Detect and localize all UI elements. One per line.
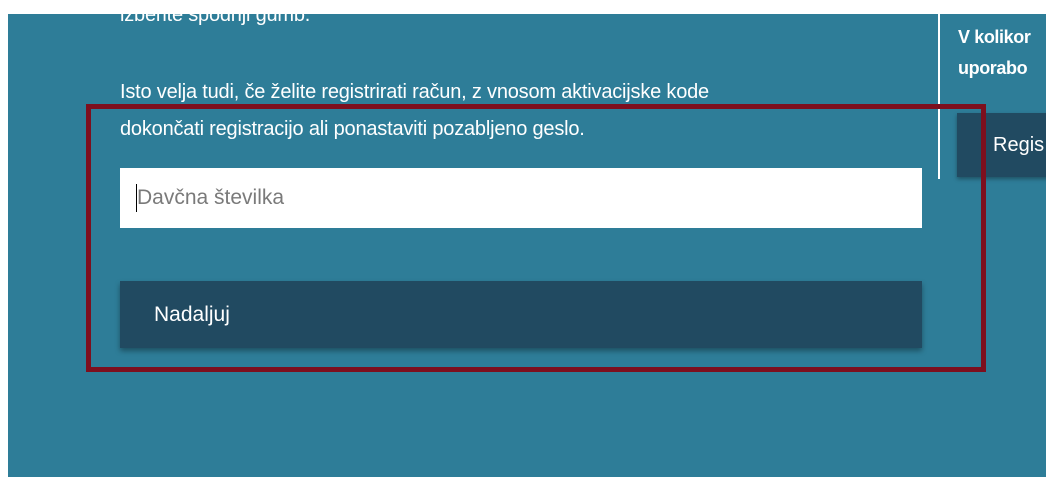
content-panel: izberite spodnji gumb. Isto velja tudi, … (8, 14, 1046, 477)
instruction-text: Isto velja tudi, če želite registrirati … (120, 74, 880, 148)
register-button[interactable]: Regis (957, 113, 1046, 177)
side-text-line-1: V kolikor (958, 27, 1031, 47)
instruction-line-1: Isto velja tudi, če želite registrirati … (120, 81, 709, 103)
instruction-text-cutoff: izberite spodnji gumb. (120, 14, 311, 26)
text-caret (136, 184, 137, 212)
column-divider (938, 14, 940, 179)
side-text-line-2: uporabo (958, 58, 1028, 78)
tax-number-input[interactable] (120, 168, 922, 228)
continue-button[interactable]: Nadaljuj (120, 281, 922, 348)
side-column-text: V kolikor uporabo (958, 22, 1031, 84)
instruction-line-2: dokončati registracijo ali ponastaviti p… (120, 118, 585, 140)
